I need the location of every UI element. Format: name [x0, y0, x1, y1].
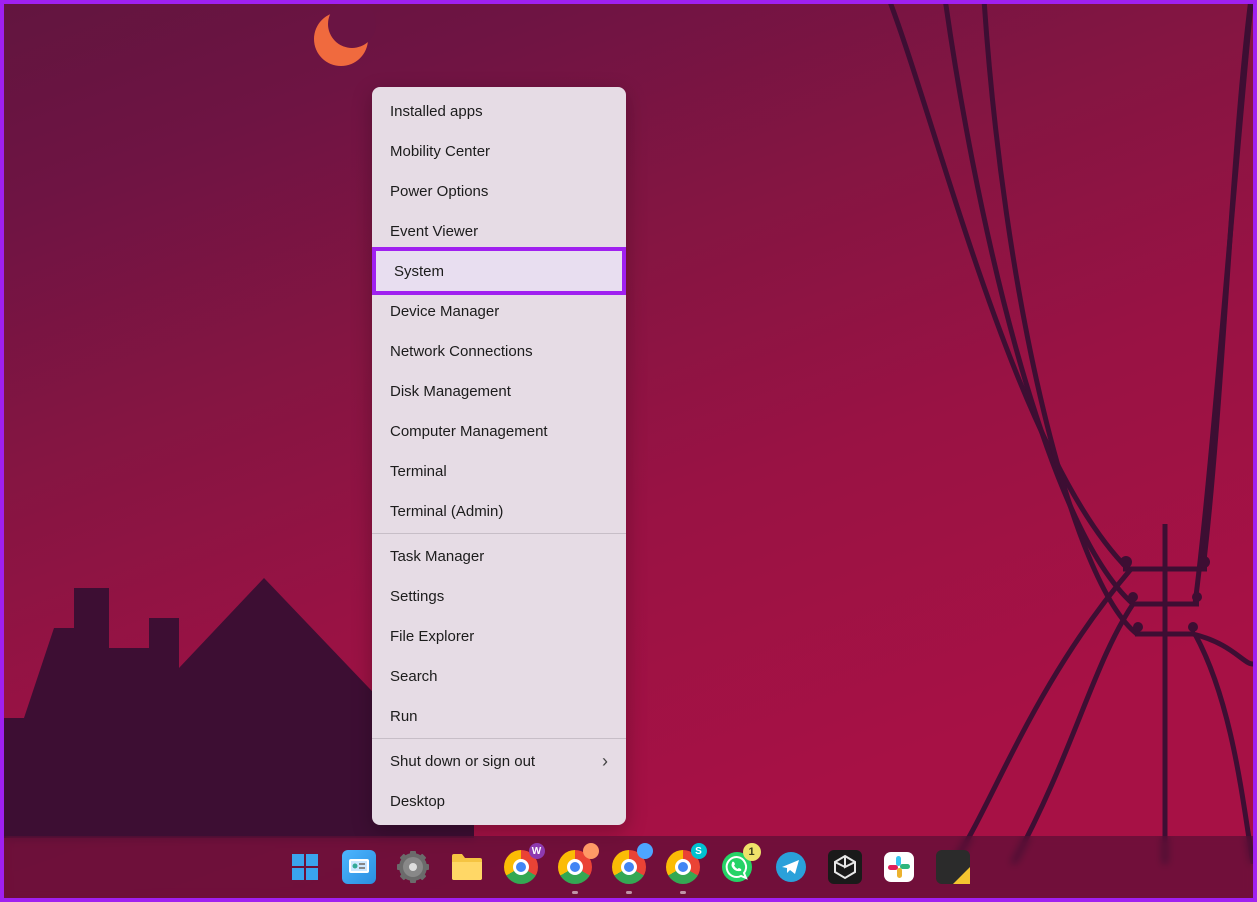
menu-item-power-options[interactable]: Power Options — [372, 171, 626, 211]
menu-item-label: Network Connections — [390, 343, 533, 360]
powerlines-graphic — [833, 4, 1253, 864]
menu-item-settings[interactable]: Settings — [372, 576, 626, 616]
profile-badge: W — [529, 843, 545, 859]
menu-item-computer-management[interactable]: Computer Management — [372, 411, 626, 451]
menu-item-label: Terminal — [390, 463, 447, 480]
menu-item-label: System — [394, 263, 444, 280]
dark-app-icon[interactable] — [825, 847, 865, 887]
menu-item-system[interactable]: System — [376, 251, 622, 291]
settings-icon[interactable] — [393, 847, 433, 887]
menu-item-label: File Explorer — [390, 628, 474, 645]
profile-badge — [583, 843, 599, 859]
menu-item-event-viewer[interactable]: Event Viewer — [372, 211, 626, 251]
menu-item-run[interactable]: Run — [372, 696, 626, 736]
chrome-profile-w-icon[interactable]: W — [501, 847, 541, 887]
menu-item-label: Task Manager — [390, 548, 484, 565]
menu-item-installed-apps[interactable]: Installed apps — [372, 91, 626, 131]
slack-icon[interactable] — [879, 847, 919, 887]
menu-item-disk-management[interactable]: Disk Management — [372, 371, 626, 411]
desktop-wallpaper — [4, 4, 1253, 898]
menu-item-label: Installed apps — [390, 103, 483, 120]
profile-badge: S — [691, 843, 707, 859]
profile-badge — [637, 843, 653, 859]
winx-context-menu: Installed apps Mobility Center Power Optio… — [372, 87, 626, 825]
menu-item-network-connections[interactable]: Network Connections — [372, 331, 626, 371]
running-indicator — [572, 891, 578, 894]
menu-item-label: Settings — [390, 588, 444, 605]
menu-item-label: Run — [390, 708, 418, 725]
menu-item-device-manager[interactable]: Device Manager — [372, 291, 626, 331]
taskbar: WS1 — [4, 836, 1253, 898]
menu-item-task-manager[interactable]: Task Manager — [372, 536, 626, 576]
menu-item-label: Device Manager — [390, 303, 499, 320]
running-indicator — [680, 891, 686, 894]
chevron-right-icon: › — [602, 751, 608, 772]
menu-item-label: Desktop — [390, 793, 445, 810]
running-indicator — [626, 891, 632, 894]
file-explorer-icon[interactable] — [447, 847, 487, 887]
menu-separator — [372, 738, 626, 739]
menu-item-terminal[interactable]: Terminal — [372, 451, 626, 491]
menu-item-label: Disk Management — [390, 383, 511, 400]
menu-item-desktop[interactable]: Desktop — [372, 781, 626, 821]
menu-item-file-explorer[interactable]: File Explorer — [372, 616, 626, 656]
menu-item-label: Power Options — [390, 183, 488, 200]
control-panel-icon[interactable] — [339, 847, 379, 887]
menu-item-label: Event Viewer — [390, 223, 478, 240]
sticky-notes-icon[interactable] — [933, 847, 973, 887]
menu-item-label: Shut down or sign out — [390, 753, 535, 770]
menu-item-mobility-center[interactable]: Mobility Center — [372, 131, 626, 171]
start-button-icon[interactable] — [285, 847, 325, 887]
chrome-profile-avatar-icon[interactable] — [555, 847, 595, 887]
telegram-icon[interactable] — [771, 847, 811, 887]
menu-item-label: Computer Management — [390, 423, 548, 440]
menu-separator — [372, 533, 626, 534]
whatsapp-icon[interactable]: 1 — [717, 847, 757, 887]
menu-item-label: Search — [390, 668, 438, 685]
notification-badge: 1 — [743, 843, 761, 861]
menu-item-search[interactable]: Search — [372, 656, 626, 696]
chrome-profile-blue-icon[interactable] — [609, 847, 649, 887]
menu-item-terminal-admin-[interactable]: Terminal (Admin) — [372, 491, 626, 531]
menu-item-label: Mobility Center — [390, 143, 490, 160]
moon-graphic — [314, 12, 374, 72]
chrome-profile-s-icon[interactable]: S — [663, 847, 703, 887]
menu-item-label: Terminal (Admin) — [390, 503, 503, 520]
menu-item-shut-down-or-sign-out[interactable]: Shut down or sign out › — [372, 741, 626, 781]
